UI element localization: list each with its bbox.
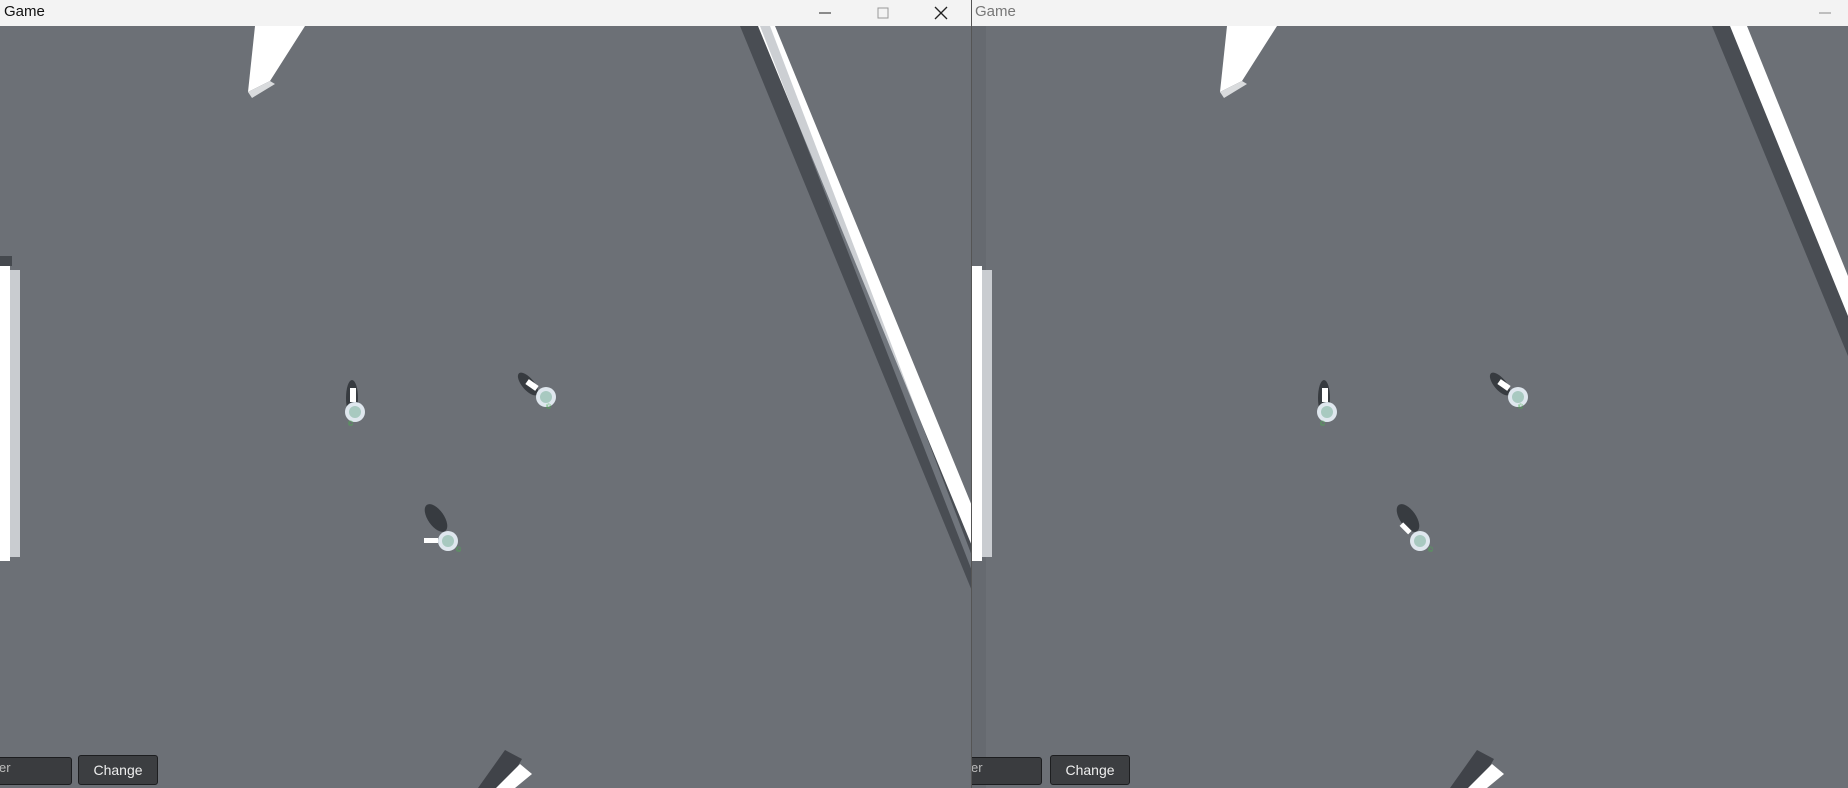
change-button[interactable]: Change (78, 755, 158, 785)
change-button[interactable]: Change (1050, 755, 1130, 785)
game-viewport[interactable]: © © © (972, 26, 1848, 788)
wall-diagonal-right (1712, 26, 1848, 356)
svg-text:©: © (456, 546, 462, 554)
player-3[interactable]: © (420, 500, 462, 554)
title-bar[interactable]: Game (0, 0, 972, 26)
minimize-icon (1819, 12, 1831, 14)
svg-text:©: © (1320, 420, 1326, 428)
close-icon (934, 6, 948, 20)
maximize-button[interactable] (855, 0, 911, 26)
minimize-button[interactable] (797, 0, 853, 26)
svg-text:©: © (1518, 403, 1524, 411)
maximize-icon (877, 7, 889, 19)
game-window-left: Game © © © er Change (0, 0, 972, 788)
player-1[interactable]: © (1317, 380, 1337, 428)
wall-block-bottom (478, 750, 532, 788)
game-window-right: Game © © © er Change (972, 0, 1848, 788)
name-input[interactable]: er (972, 757, 1042, 785)
svg-text:©: © (1428, 546, 1434, 554)
game-viewport[interactable]: © © © (0, 26, 972, 788)
player-2[interactable]: © (1486, 369, 1528, 411)
svg-text:©: © (348, 420, 354, 428)
player-1[interactable]: © (345, 380, 365, 428)
player-2[interactable]: © (514, 369, 556, 411)
player-3[interactable]: © (1392, 500, 1434, 554)
minimize-icon (819, 12, 831, 14)
minimize-button[interactable] (1797, 0, 1848, 26)
wall-left (972, 26, 992, 788)
close-button[interactable] (913, 0, 969, 26)
wall-diagonal-right (740, 26, 972, 591)
svg-text:©: © (546, 403, 552, 411)
window-title: Game (4, 3, 45, 20)
window-title: Game (975, 3, 1016, 20)
title-bar[interactable]: Game (972, 0, 1848, 26)
wall-block-bottom (1450, 750, 1504, 788)
wall-block-top (248, 26, 305, 98)
wall-left (0, 256, 20, 561)
wall-block-top (1220, 26, 1277, 98)
name-input[interactable]: er (0, 757, 72, 785)
